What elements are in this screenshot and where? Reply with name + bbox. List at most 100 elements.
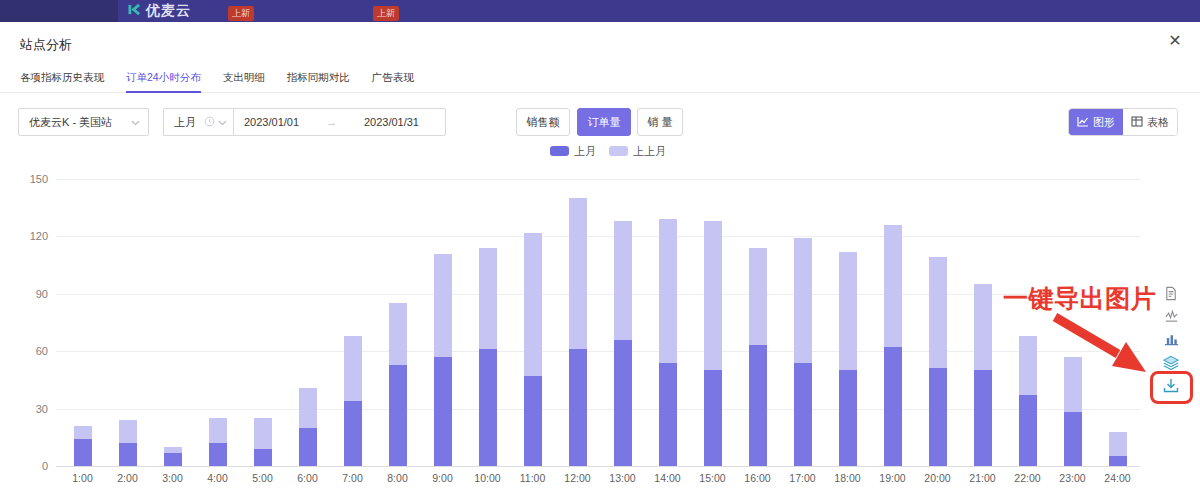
- period-select[interactable]: 上月: [163, 108, 233, 136]
- site-select[interactable]: 优麦云K - 美国站: [18, 108, 149, 136]
- view-toggle-table[interactable]: 表格: [1123, 109, 1177, 135]
- y-axis-label: 120: [8, 230, 48, 242]
- x-axis-label: 21:00: [960, 472, 1005, 484]
- annotation-arrow: [1048, 308, 1154, 382]
- layers-icon[interactable]: [1163, 354, 1179, 370]
- x-axis-label: 17:00: [780, 472, 825, 484]
- tab-0[interactable]: 各项指标历史表现: [20, 64, 104, 93]
- bar-6:00[interactable]: [299, 388, 317, 466]
- bar-slot-14:00: 14:00: [645, 179, 690, 466]
- x-axis-label: 10:00: [465, 472, 510, 484]
- tab-2[interactable]: 支出明细: [223, 64, 265, 93]
- legend-item-1[interactable]: 上上月: [609, 144, 666, 159]
- bar-4:00[interactable]: [209, 418, 227, 466]
- annotation-highlight-box: [1150, 371, 1193, 404]
- bar-segment-prev2-month: [434, 254, 452, 357]
- date-range-picker[interactable]: 2023/01/01 → 2023/01/31: [233, 108, 446, 136]
- bar-segment-prev2-month: [479, 248, 497, 349]
- bar-15:00[interactable]: [704, 221, 722, 466]
- bar-segment-prev2-month: [1109, 432, 1127, 457]
- legend-item-0[interactable]: 上月: [550, 144, 596, 159]
- bar-slot-2:00: 2:00: [105, 179, 150, 466]
- bar-16:00[interactable]: [749, 248, 767, 466]
- legend-swatch: [609, 146, 628, 156]
- bar-2:00[interactable]: [119, 420, 137, 466]
- chevron-down-icon: [218, 116, 227, 128]
- bar-11:00[interactable]: [524, 233, 542, 466]
- bar-segment-prev2-month: [74, 426, 92, 439]
- bar-slot-7:00: 7:00: [330, 179, 375, 466]
- x-axis-label: 8:00: [375, 472, 420, 484]
- bar-segment-prev-month: [659, 363, 677, 466]
- metric-button-2[interactable]: 销 量: [637, 108, 683, 136]
- period-select-value: 上月: [174, 115, 196, 130]
- bar-14:00[interactable]: [659, 219, 677, 466]
- nav-badge-new-1: 上新: [228, 6, 254, 21]
- x-axis-label: 14:00: [645, 472, 690, 484]
- top-navbar: 优麦云 上新 上新: [0, 0, 1200, 22]
- bar-segment-prev2-month: [929, 257, 947, 368]
- bar-slot-22:00: 22:00: [1005, 179, 1050, 466]
- close-icon[interactable]: ✕: [1164, 30, 1186, 52]
- tab-4[interactable]: 广告表现: [372, 64, 414, 93]
- bar-segment-prev-month: [884, 347, 902, 466]
- bar-1:00[interactable]: [74, 426, 92, 466]
- bar-13:00[interactable]: [614, 221, 632, 466]
- bar-18:00[interactable]: [839, 252, 857, 466]
- x-axis-label: 11:00: [510, 472, 555, 484]
- bar-slot-12:00: 12:00: [555, 179, 600, 466]
- bar-segment-prev2-month: [299, 388, 317, 428]
- bar-20:00[interactable]: [929, 257, 947, 466]
- metric-button-1[interactable]: 订单量: [577, 108, 631, 136]
- x-axis-label: 19:00: [870, 472, 915, 484]
- x-axis-label: 6:00: [285, 472, 330, 484]
- view-toggle-chart[interactable]: 图形: [1069, 109, 1123, 135]
- document-icon[interactable]: [1163, 285, 1179, 301]
- x-axis-label: 5:00: [240, 472, 285, 484]
- bar-10:00[interactable]: [479, 248, 497, 466]
- bar-19:00[interactable]: [884, 225, 902, 466]
- bar-segment-prev-month: [479, 349, 497, 466]
- bar-chart-icon[interactable]: [1163, 331, 1179, 347]
- x-axis-label: 18:00: [825, 472, 870, 484]
- bar-segment-prev-month: [569, 349, 587, 466]
- site-analysis-modal: 站点分析 ✕ 各项指标历史表现订单24小时分布支出明细指标同期对比广告表现 优麦…: [0, 22, 1200, 504]
- metric-button-0[interactable]: 销售额: [516, 108, 570, 136]
- bar-segment-prev2-month: [974, 284, 992, 370]
- bar-segment-prev-month: [794, 363, 812, 466]
- bar-5:00[interactable]: [254, 418, 272, 466]
- bar-12:00[interactable]: [569, 198, 587, 466]
- bar-slot-17:00: 17:00: [780, 179, 825, 466]
- bar-8:00[interactable]: [389, 303, 407, 466]
- bar-9:00[interactable]: [434, 254, 452, 466]
- bar-slot-9:00: 9:00: [420, 179, 465, 466]
- bar-22:00[interactable]: [1019, 336, 1037, 466]
- x-axis-label: 24:00: [1095, 472, 1140, 484]
- bar-segment-prev-month: [929, 368, 947, 466]
- x-axis-label: 16:00: [735, 472, 780, 484]
- bar-slot-21:00: 21:00: [960, 179, 1005, 466]
- bar-slot-16:00: 16:00: [735, 179, 780, 466]
- view-toggle-label: 图形: [1093, 115, 1115, 130]
- bar-slot-10:00: 10:00: [465, 179, 510, 466]
- bar-24:00[interactable]: [1109, 432, 1127, 466]
- bar-3:00[interactable]: [164, 447, 182, 466]
- bar-segment-prev2-month: [254, 418, 272, 449]
- app-logo[interactable]: 优麦云: [128, 0, 191, 22]
- bar-slot-3:00: 3:00: [150, 179, 195, 466]
- bar-slot-13:00: 13:00: [600, 179, 645, 466]
- filter-row: 优麦云K - 美国站 上月 2023/01/01 → 2023/01/31 销售…: [0, 108, 1200, 136]
- bar-17:00[interactable]: [794, 238, 812, 466]
- bar-21:00[interactable]: [974, 284, 992, 466]
- legend-label: 上上月: [633, 144, 666, 159]
- x-axis-label: 7:00: [330, 472, 375, 484]
- tab-1[interactable]: 订单24小时分布: [126, 64, 201, 93]
- legend-label: 上月: [574, 144, 596, 159]
- tab-3[interactable]: 指标同期对比: [287, 64, 350, 93]
- bar-segment-prev-month: [704, 370, 722, 466]
- bar-7:00[interactable]: [344, 336, 362, 466]
- view-toggle-label: 表格: [1147, 115, 1169, 130]
- bar-segment-prev2-month: [1019, 336, 1037, 395]
- bar-segment-prev2-month: [839, 252, 857, 371]
- pulse-chart-icon[interactable]: [1163, 308, 1179, 324]
